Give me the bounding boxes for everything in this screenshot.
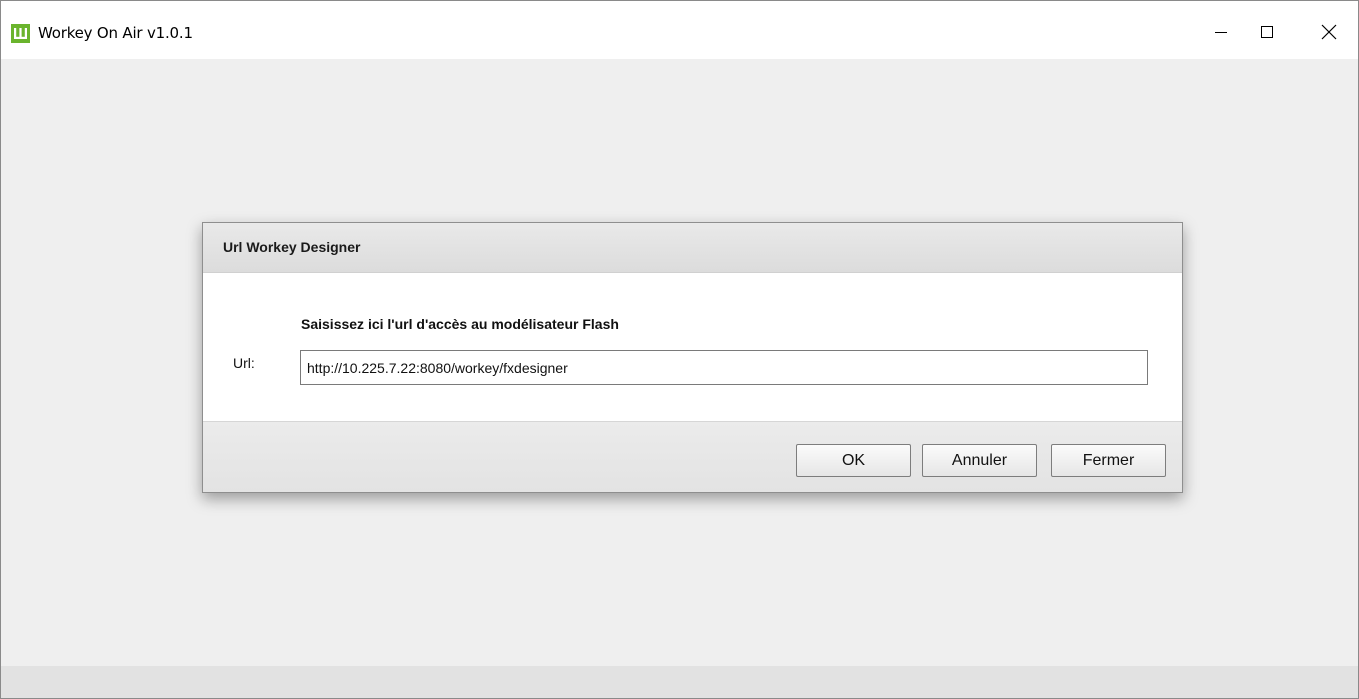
dialog-header[interactable]: Url Workey Designer [203,223,1182,273]
bottom-status-strip [1,666,1358,698]
instruction-text: Saisissez ici l'url d'accès au modélisat… [301,316,619,332]
close-dialog-button[interactable]: Fermer [1051,444,1166,477]
app-window: Workey On Air v1.0.1 Url Workey Designer… [0,0,1359,699]
window-title: Workey On Air v1.0.1 [38,24,193,42]
ok-button[interactable]: OK [796,444,911,477]
dialog-title: Url Workey Designer [223,239,361,255]
cancel-button[interactable]: Annuler [922,444,1037,477]
url-label: Url: [233,355,255,371]
close-window-button[interactable] [1306,11,1352,53]
title-bar[interactable]: Workey On Air v1.0.1 [1,1,1358,59]
maximize-icon [1260,25,1274,39]
minimize-button[interactable] [1198,11,1244,53]
minimize-icon [1214,25,1228,39]
dialog-footer: OK Annuler Fermer [203,421,1182,492]
url-input[interactable] [300,350,1148,385]
url-dialog: Url Workey Designer Saisissez ici l'url … [202,222,1183,493]
close-icon [1321,24,1337,40]
maximize-button[interactable] [1244,11,1290,53]
dialog-body: Saisissez ici l'url d'accès au modélisat… [203,273,1182,421]
workey-logo-icon [11,24,30,43]
